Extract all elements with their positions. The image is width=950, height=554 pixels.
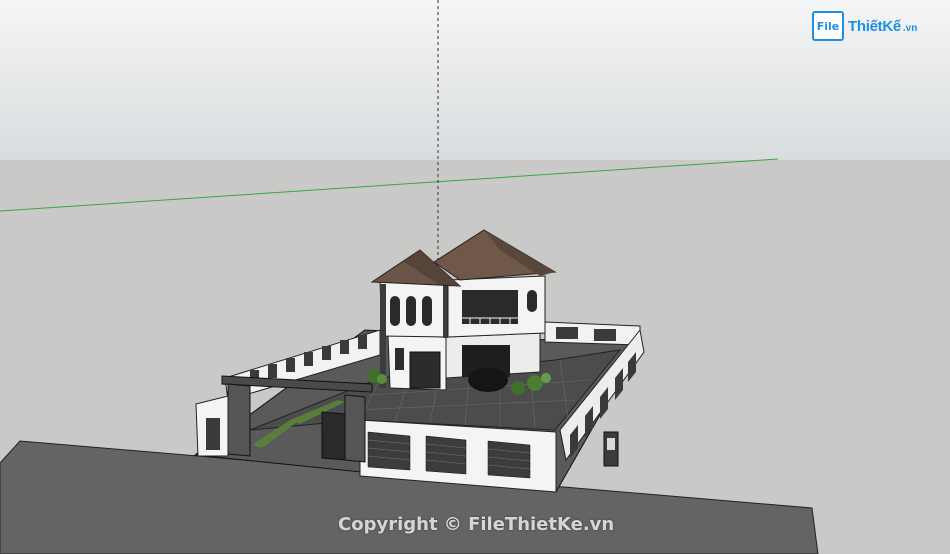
gate-pillar-left <box>227 383 251 457</box>
copyright-watermark: Copyright © FileThietKe.vn <box>338 514 615 535</box>
car <box>468 368 508 392</box>
3d-model-scene[interactable] <box>0 0 950 554</box>
upper-column-mid <box>443 284 448 338</box>
sky-background <box>0 0 950 160</box>
mailbox-slot <box>607 438 615 450</box>
balcony-railing <box>462 317 518 324</box>
logo-badge: File <box>812 11 844 41</box>
sketchup-viewport[interactable]: File ThiếtKế .vn Copyright © FileThietKe… <box>0 0 950 554</box>
logo-text: ThiếtKế <box>848 17 901 35</box>
side-window <box>527 290 537 312</box>
upper-arch-windows <box>390 296 432 326</box>
house-window-left <box>395 348 404 370</box>
logo-suffix: .vn <box>902 23 918 34</box>
gate-door <box>321 411 346 461</box>
gate-pillar-right <box>344 394 366 463</box>
site-logo[interactable]: File ThiếtKế .vn <box>812 11 932 41</box>
left-corner-panel <box>206 418 220 450</box>
house-front-door <box>409 351 441 389</box>
upper-column-left <box>380 284 386 388</box>
